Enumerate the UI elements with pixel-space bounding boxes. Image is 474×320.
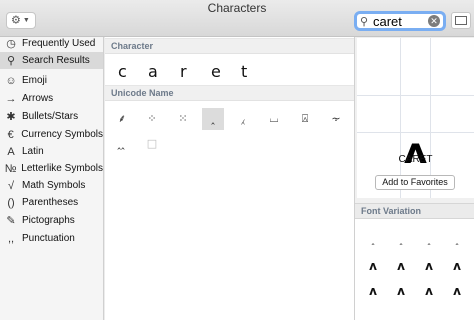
character-name: CARET (398, 154, 433, 165)
character-result[interactable]: e (211, 62, 221, 81)
sidebar-item-label: Frequently Used (22, 38, 96, 49)
sidebar-item-label: Search Results (22, 55, 90, 66)
glyph-cell[interactable]: ⸟ (325, 108, 347, 130)
character-result[interactable]: r (180, 62, 187, 81)
sidebar-item-parentheses[interactable]: () Parentheses (0, 194, 103, 211)
search-input[interactable] (373, 14, 427, 28)
font-variation-glyph[interactable]: ‸ (449, 233, 465, 249)
glyph-cell[interactable]: ‸‸ (110, 133, 132, 155)
sidebar-item-currency-symbols[interactable]: € Currency Symbols (0, 126, 103, 143)
sidebar-item-label: Currency Symbols (21, 129, 103, 140)
glyph-cell[interactable]: ⌴ (263, 108, 285, 130)
sidebar-item-latin[interactable]: A Latin (0, 143, 103, 160)
font-variation-glyph[interactable]: ʌ (449, 283, 465, 299)
font-variation-glyph[interactable]: ʌ (449, 258, 465, 274)
sidebar-item-pictographs[interactable]: ✎ Pictographs (0, 212, 103, 229)
font-variation-glyph[interactable]: ʌ (393, 258, 409, 274)
arrow-icon: → (5, 92, 17, 105)
font-variation-grid: ‸ ‸ ‸ ‸ ʌ ʌ ʌ ʌ ʌ ʌ ʌ ʌ (355, 219, 474, 320)
chevron-down-icon: ▼ (22, 17, 30, 24)
sidebar-item-emoji[interactable]: ☺ Emoji (0, 72, 103, 89)
sidebar-toggle-button[interactable] (451, 12, 471, 29)
glyph-cell[interactable]: ⁙ (172, 108, 194, 130)
glyph-preview: ʌ (357, 38, 474, 198)
glyph-cell[interactable]: ⸙ (111, 108, 133, 130)
sidebar-item-frequently-used[interactable]: ◷ Frequently Used (0, 35, 103, 52)
character-result[interactable]: t (241, 62, 247, 81)
sidebar-item-label: Arrows (22, 93, 54, 104)
sidebar-item-label: Emoji (22, 75, 48, 86)
clear-search-icon[interactable]: ✕ (428, 15, 440, 27)
font-variation-glyph[interactable]: ‸ (365, 233, 381, 249)
glyph-cell[interactable]: ⁘ (141, 108, 163, 130)
sidebar-item-letterlike-symbols[interactable]: № Letterlike Symbols (0, 160, 103, 177)
sidebar-item-math-symbols[interactable]: √ Math Symbols (0, 177, 103, 194)
sidebar-item-search-results[interactable]: ⚲ Search Results (0, 52, 103, 69)
smiley-icon: ☺ (5, 74, 17, 87)
character-section-header: Character (105, 38, 354, 54)
latin-icon: A (7, 145, 15, 158)
font-variation-header: Font Variation (355, 203, 474, 219)
sidebar-item-label: Punctuation (22, 233, 75, 244)
sqrt-icon: √ (7, 179, 15, 192)
sidebar-item-label: Pictographs (22, 215, 75, 226)
search-icon: ⚲ (360, 16, 369, 28)
sidebar-item-bullets-stars[interactable]: ✱ Bullets/Stars (0, 108, 103, 125)
title-bar: Characters ⚙▼ ⚲ ✕ (0, 0, 474, 37)
glyph-cell[interactable]: □ (141, 133, 163, 155)
pencil-icon: ✎ (6, 215, 16, 227)
glyph-cell[interactable]: ‸ (202, 108, 224, 130)
font-variation-glyph[interactable]: ‸ (393, 233, 409, 249)
numero-icon: № (4, 162, 17, 175)
results-panel: Character Unicode Name (105, 37, 354, 320)
action-menu-button[interactable]: ⚙ ▼ (6, 12, 36, 29)
star-icon: ✱ (6, 111, 16, 123)
sidebar-item-label: Math Symbols (22, 180, 86, 191)
font-variation-glyph[interactable]: ʌ (421, 258, 437, 274)
glyph-cell[interactable]: ⍓ (294, 108, 316, 130)
search-icon: ⚲ (6, 55, 16, 67)
sidebar-item-label: Latin (22, 146, 44, 157)
clock-icon: ◷ (6, 38, 16, 50)
font-variation-glyph[interactable]: ʌ (393, 283, 409, 299)
font-variation-glyph[interactable]: ʌ (365, 283, 381, 299)
font-variation-glyph[interactable]: ‸ (421, 233, 437, 249)
sidebar-item-label: Bullets/Stars (22, 111, 79, 122)
sidebar-item-label: Letterlike Symbols (21, 163, 103, 174)
sidebar-item-label: Parentheses (22, 197, 79, 208)
currency-icon: € (7, 128, 14, 141)
sidebar-item-arrows[interactable]: → Arrows (0, 90, 103, 107)
font-variation-glyph[interactable]: ʌ (365, 258, 381, 274)
parentheses-icon: () (7, 196, 15, 209)
add-to-favorites-button[interactable]: Add to Favorites (375, 175, 455, 190)
punctuation-icon: ,, (7, 232, 15, 245)
unicode-name-section-header: Unicode Name (105, 85, 354, 101)
search-field[interactable]: ⚲ ✕ (354, 11, 446, 31)
gear-icon: ⚙ (11, 14, 21, 27)
sidebar-item-punctuation[interactable]: ,, Punctuation (0, 230, 103, 247)
character-result[interactable]: c (118, 62, 127, 81)
glyph-cell[interactable]: ⁁ (232, 108, 254, 130)
font-variation-glyph[interactable]: ʌ (421, 283, 437, 299)
character-result[interactable]: a (148, 62, 158, 81)
